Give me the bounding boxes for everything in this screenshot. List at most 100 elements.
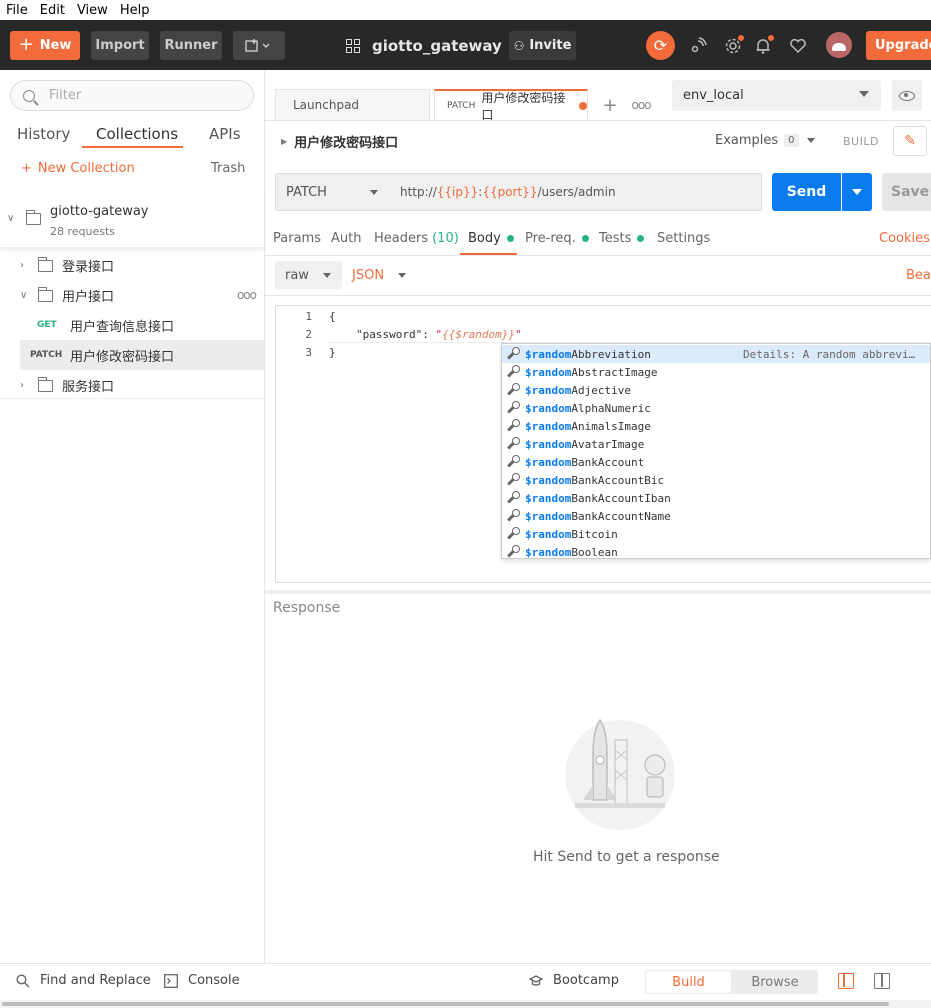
autocomplete-suffix: AvatarImage [571, 437, 645, 451]
scrollbar-thumb[interactable] [2, 1002, 889, 1006]
request-item-get[interactable]: GET 用户查询信息接口 [0, 310, 264, 340]
settings-gear-icon[interactable] [722, 35, 744, 57]
tab-auth[interactable]: Auth [331, 231, 361, 246]
collection-item[interactable]: ∨ giotto-gateway 28 requests [0, 190, 264, 248]
menu-help[interactable]: Help [114, 3, 156, 18]
body-mode-select[interactable]: raw [275, 261, 342, 289]
send-button[interactable]: Send [772, 173, 841, 211]
autocomplete-item[interactable]: $random BankAccountIban [502, 489, 930, 507]
autocomplete-item[interactable]: $random BankAccountName [502, 507, 930, 525]
new-button[interactable]: + New [10, 31, 80, 60]
status-bar: Find and Replace Console Bootcamp Build … [0, 963, 931, 1000]
active-tab-indicator [82, 146, 183, 148]
caret-down-icon [859, 91, 869, 97]
send-options-dropdown[interactable] [842, 173, 872, 211]
tab-active-request[interactable]: PATCH 用户修改密码接口 [434, 89, 588, 122]
folder-service[interactable]: › 服务接口 [0, 370, 264, 400]
wrench-icon [505, 490, 520, 505]
environment-value: env_local [683, 88, 744, 103]
environment-quick-look-button[interactable] [892, 80, 922, 111]
filter-input[interactable]: Filter [10, 80, 254, 111]
bootcamp-button[interactable]: Bootcamp [529, 973, 619, 988]
method-select[interactable]: PATCH [275, 173, 391, 211]
runner-button[interactable]: Runner [160, 31, 222, 60]
tab-body[interactable]: Body [468, 231, 514, 246]
new-tab-plus-icon[interactable]: + [597, 92, 623, 118]
menu-view[interactable]: View [71, 3, 114, 18]
avatar[interactable] [826, 32, 852, 58]
folder-login[interactable]: › 登录接口 [0, 250, 264, 280]
tab-params[interactable]: Params [273, 231, 321, 246]
upgrade-button[interactable]: Upgrade [866, 31, 931, 60]
autocomplete-item[interactable]: $random Abbreviation Details: A random abb… [502, 345, 930, 363]
environment-select[interactable]: env_local [672, 80, 881, 111]
tab-headers[interactable]: Headers (10) [374, 231, 459, 246]
url-path: /users/admin [537, 185, 616, 199]
more-options-icon[interactable]: ooo [237, 288, 257, 302]
url-input[interactable]: http://{{ip}}: {{port}}/users/admin [390, 173, 762, 211]
edit-pencil-icon[interactable]: ✎ [893, 126, 927, 156]
examples-dropdown[interactable]: Examples 0 [715, 133, 815, 148]
tab-history[interactable]: History [17, 125, 70, 143]
request-name[interactable]: ▶ 用户修改密码接口 [281, 132, 398, 151]
new-window-button[interactable] [233, 31, 285, 60]
rocket-illustration [565, 718, 675, 830]
console-icon [164, 973, 178, 988]
heart-icon[interactable] [787, 35, 809, 57]
browse-mode-button[interactable]: Browse [733, 971, 817, 993]
status-dot [581, 235, 589, 242]
satellite-icon[interactable] [687, 35, 709, 57]
tab-overflow-icon[interactable]: ooo [628, 92, 654, 118]
cookies-link[interactable]: Cookies [879, 231, 930, 246]
column-layout-icon[interactable] [874, 973, 890, 989]
body-format-select[interactable]: JSON [352, 268, 407, 283]
menu-edit[interactable]: Edit [34, 3, 71, 18]
autocomplete-prefix: $random [525, 401, 572, 415]
divider [265, 120, 931, 121]
trash-link[interactable]: Trash [211, 161, 245, 176]
new-collection-button[interactable]: + New Collection [21, 161, 135, 176]
tab-prerequest[interactable]: Pre-req. [525, 231, 589, 246]
tab-settings[interactable]: Settings [657, 231, 710, 246]
divider [265, 590, 931, 594]
two-pane-view-icon[interactable] [838, 973, 854, 989]
tab-collections[interactable]: Collections [96, 125, 178, 143]
autocomplete-item[interactable]: $random AlphaNumeric [502, 399, 930, 417]
console-button[interactable]: Console [164, 973, 240, 988]
beautify-link[interactable]: Beau [906, 268, 931, 283]
autocomplete-item[interactable]: $random Adjective [502, 381, 930, 399]
autocomplete-suffix: BankAccount [571, 455, 645, 469]
find-replace-button[interactable]: Find and Replace [16, 973, 151, 988]
sync-icon[interactable]: ⟳ [646, 31, 675, 60]
autocomplete-prefix: $random [525, 473, 572, 487]
notification-bell-icon[interactable] [752, 35, 774, 57]
autocomplete-item[interactable]: $random BankAccount [502, 453, 930, 471]
wrench-icon [505, 364, 520, 379]
autocomplete-item[interactable]: $random AbstractImage [502, 363, 930, 381]
autocomplete-suffix: Boolean [571, 545, 618, 559]
workspace-switcher[interactable]: giotto_gateway ∨ [346, 34, 520, 58]
menu-file[interactable]: File [0, 3, 34, 18]
chevron-down-icon: ∨ [20, 289, 28, 301]
autocomplete-prefix: $random [525, 347, 572, 361]
save-button[interactable]: Save [882, 173, 931, 211]
autocomplete-item[interactable]: $random Boolean [502, 543, 930, 559]
autocomplete-item[interactable]: $random BankAccountBic [502, 471, 930, 489]
autocomplete-item[interactable]: $random Bitcoin [502, 525, 930, 543]
folder-user[interactable]: ∨ 用户接口 ooo [0, 280, 264, 310]
tab-tests[interactable]: Tests [599, 231, 645, 246]
import-button[interactable]: Import [91, 31, 149, 60]
method-badge: PATCH [30, 350, 63, 360]
console-label: Console [188, 973, 240, 988]
request-item-patch[interactable]: PATCH 用户修改密码接口 [20, 340, 264, 370]
tab-apis[interactable]: APIs [209, 125, 241, 143]
build-label: BUILD [843, 135, 879, 148]
request-label: 用户修改密码接口 [70, 349, 175, 365]
autocomplete-item[interactable]: $random AvatarImage [502, 435, 930, 453]
collection-icon [25, 210, 41, 225]
tab-launchpad[interactable]: Launchpad [275, 89, 430, 120]
autocomplete-item[interactable]: $random AnimalsImage [502, 417, 930, 435]
build-mode-button[interactable]: Build [646, 971, 731, 993]
unsaved-dot [579, 101, 587, 110]
invite-button[interactable]: ⚇ Invite [509, 31, 576, 60]
